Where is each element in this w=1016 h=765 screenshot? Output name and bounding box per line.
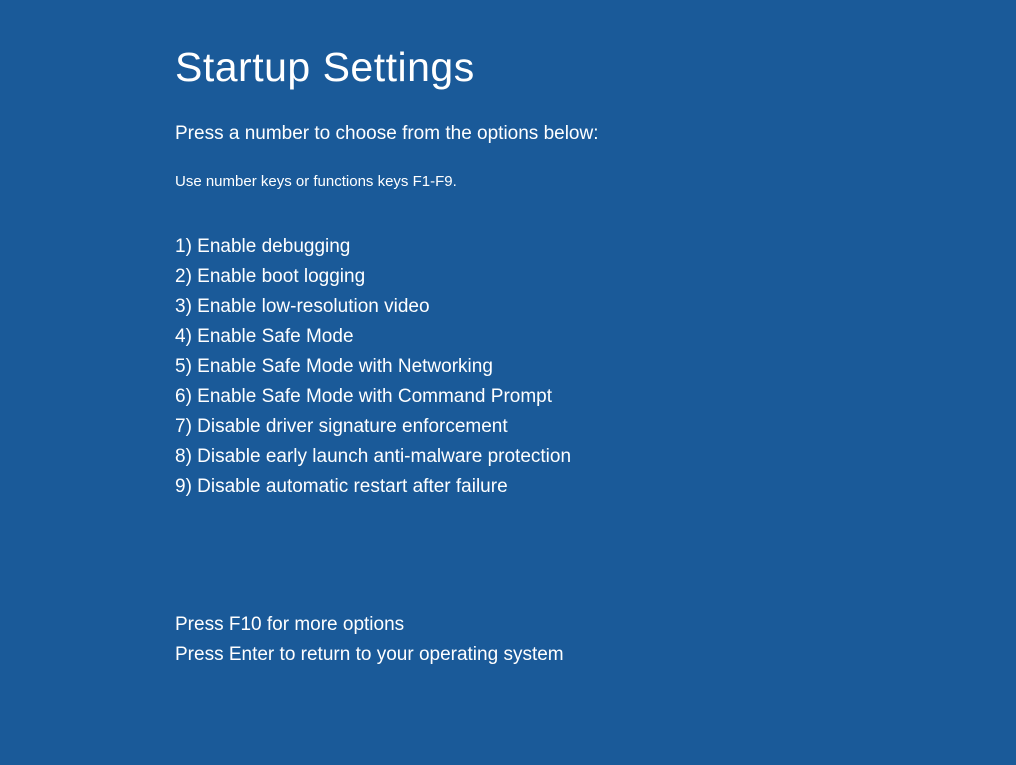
option-8[interactable]: 8) Disable early launch anti-malware pro… [175, 442, 1016, 472]
more-options-hint: Press F10 for more options [175, 610, 1016, 640]
option-6[interactable]: 6) Enable Safe Mode with Command Prompt [175, 382, 1016, 412]
startup-settings-screen: Startup Settings Press a number to choos… [0, 0, 1016, 670]
return-hint: Press Enter to return to your operating … [175, 640, 1016, 670]
option-5[interactable]: 5) Enable Safe Mode with Networking [175, 352, 1016, 382]
option-1[interactable]: 1) Enable debugging [175, 232, 1016, 262]
option-2[interactable]: 2) Enable boot logging [175, 262, 1016, 292]
options-list: 1) Enable debugging 2) Enable boot loggi… [175, 232, 1016, 502]
option-7[interactable]: 7) Disable driver signature enforcement [175, 412, 1016, 442]
key-hint: Use number keys or functions keys F1-F9. [175, 173, 1016, 190]
option-4[interactable]: 4) Enable Safe Mode [175, 322, 1016, 352]
option-9[interactable]: 9) Disable automatic restart after failu… [175, 472, 1016, 502]
subtitle: Press a number to choose from the option… [175, 123, 1016, 145]
option-3[interactable]: 3) Enable low-resolution video [175, 292, 1016, 322]
page-title: Startup Settings [175, 44, 1016, 91]
